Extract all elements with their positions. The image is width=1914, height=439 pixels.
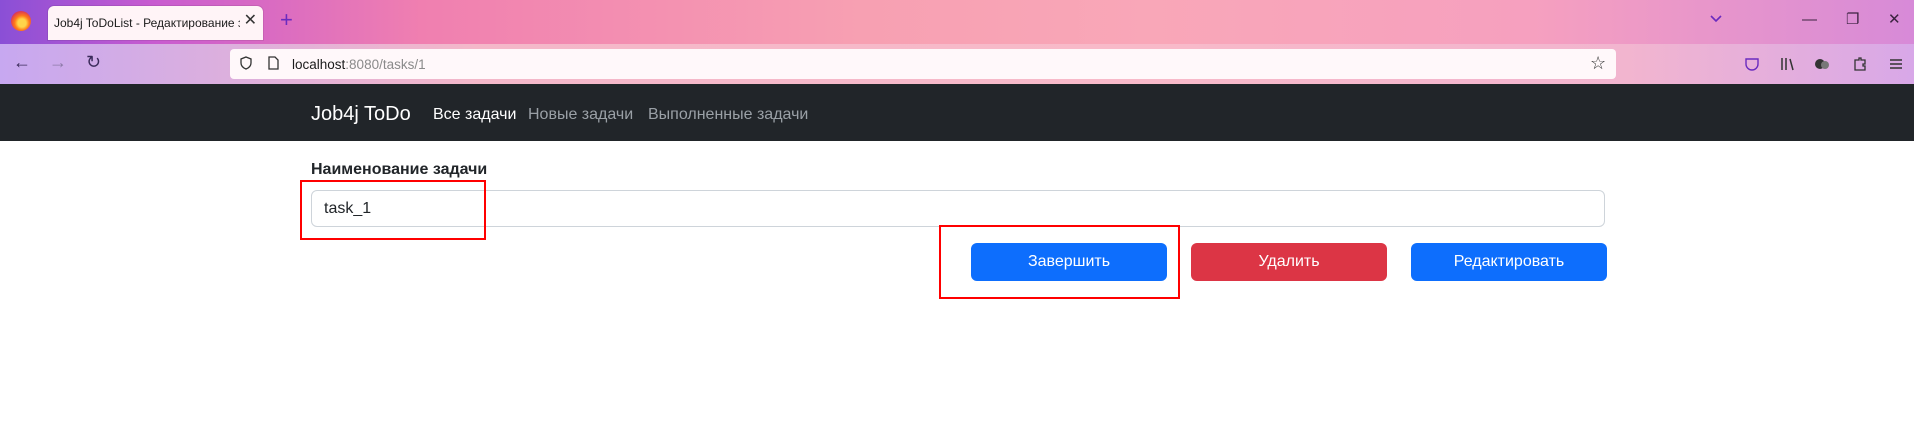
close-icon[interactable]: ✕ [1888,12,1901,28]
nav-link-all-tasks[interactable]: Все задачи [433,106,516,124]
minimize-icon[interactable]: — [1802,12,1817,28]
page-icon[interactable] [268,56,279,70]
star-icon[interactable]: ☆ [1590,53,1606,73]
task-name-input[interactable] [311,190,1605,227]
address-bar[interactable] [230,49,1616,79]
edit-button[interactable]: Редактировать [1411,243,1607,281]
brand-logo[interactable]: Job4j ToDo [311,102,411,126]
nav-link-done-tasks[interactable]: Выполненные задачи [648,106,808,124]
plus-icon[interactable]: + [280,8,293,32]
task-name-label: Наименование задачи [311,161,488,178]
library-icon[interactable] [1780,56,1796,72]
account-icon[interactable] [1814,56,1830,72]
delete-button[interactable]: Удалить [1191,243,1387,281]
highlight-box-complete [939,225,1180,299]
app-navbar [0,84,1914,141]
forward-arrow-icon[interactable]: → [49,52,67,72]
url-text[interactable]: localhost:8080/tasks/1 [292,57,426,72]
extension-icon[interactable] [1852,56,1868,72]
tab-title: Job4j ToDoList - Редактирование за [54,16,240,30]
url-path: :8080/tasks/1 [345,57,426,72]
restore-icon[interactable]: ❐ [1846,12,1859,28]
chevron-down-icon[interactable] [1710,12,1722,24]
close-icon[interactable]: ✕ [244,13,257,29]
browser-tab[interactable]: Job4j ToDoList - Редактирование за ✕ [48,6,263,40]
shield-icon[interactable] [240,56,252,70]
url-host: localhost [292,57,346,72]
browser-tab-bar: Job4j ToDoList - Редактирование за ✕ + —… [0,0,1914,44]
pocket-icon[interactable] [1744,56,1760,72]
reload-icon[interactable]: ↻ [86,52,101,72]
firefox-icon [11,11,31,31]
back-arrow-icon[interactable]: ← [13,52,31,72]
highlight-box-input [300,180,486,240]
nav-link-new-tasks[interactable]: Новые задачи [528,106,633,124]
menu-icon[interactable] [1888,56,1904,72]
